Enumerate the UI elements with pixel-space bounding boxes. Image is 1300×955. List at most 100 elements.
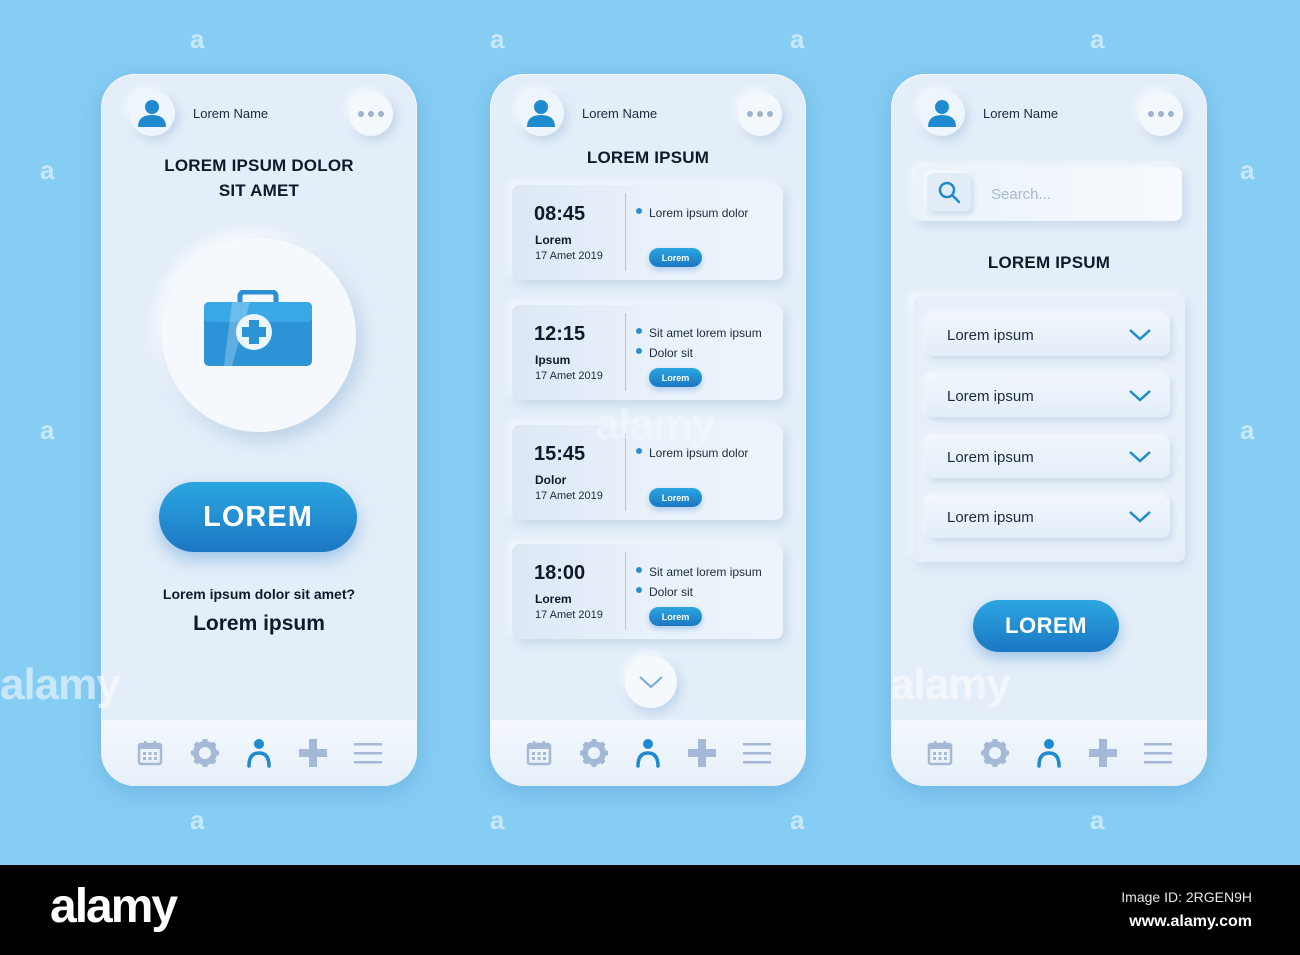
appointment-card[interactable]: 18:00 Lorem 17 Amet 2019 Sit amet lorem … xyxy=(512,544,783,639)
appointment-details: Lorem ipsum dolor xyxy=(636,443,748,463)
dropdown-select[interactable]: Lorem ipsum xyxy=(927,375,1170,417)
divider xyxy=(625,313,626,391)
nav-profile[interactable] xyxy=(633,738,663,768)
search-icon xyxy=(938,181,961,204)
watermark: a xyxy=(190,805,205,835)
plus-icon xyxy=(1089,739,1118,767)
watermark: a xyxy=(40,415,55,445)
question-text: Lorem ipsum dolor sit amet? xyxy=(162,586,356,602)
appointment-button[interactable]: Lorem xyxy=(649,248,702,267)
user-avatar-icon xyxy=(928,100,956,127)
user-icon xyxy=(636,739,660,768)
bullet-icon xyxy=(636,448,642,454)
nav-menu[interactable] xyxy=(353,738,383,768)
appointment-button[interactable]: Lorem xyxy=(649,607,702,626)
scroll-down-button[interactable] xyxy=(625,656,677,708)
nav-calendar[interactable] xyxy=(135,738,165,768)
nav-menu[interactable] xyxy=(742,738,772,768)
nav-menu[interactable] xyxy=(1143,738,1173,768)
nav-add[interactable] xyxy=(298,738,328,768)
gear-icon xyxy=(980,739,1009,767)
design-canvas: Lorem Name LOREM IPSUM DOLOR SIT AMET LO… xyxy=(0,0,1300,865)
nav-settings[interactable] xyxy=(190,738,220,768)
appointment-time: 08:45 xyxy=(534,203,586,225)
watermark: a xyxy=(490,805,505,835)
appointment-card[interactable]: 15:45 Dolor 17 Amet 2019 Lorem ipsum dol… xyxy=(512,425,783,520)
watermark: a xyxy=(40,155,55,185)
dropdown-select[interactable]: Lorem ipsum xyxy=(927,496,1170,538)
appointment-time: 12:15 xyxy=(534,323,586,345)
alamy-logo: alamy xyxy=(50,880,178,933)
appointment-label: Dolor xyxy=(535,473,567,487)
dropdown-value: Lorem ipsum xyxy=(947,326,1034,344)
nav-settings[interactable] xyxy=(579,738,609,768)
more-options-button[interactable] xyxy=(349,92,393,136)
plus-icon xyxy=(688,739,717,767)
page-title-line2: SIT AMET xyxy=(218,181,300,200)
page-title: LOREM IPSUM xyxy=(586,148,710,167)
chevron-down-icon xyxy=(1129,329,1151,341)
primary-button[interactable]: LOREM xyxy=(973,600,1119,652)
user-icon xyxy=(1037,739,1061,768)
divider xyxy=(625,433,626,511)
search-button[interactable] xyxy=(927,173,971,211)
first-aid-kit-icon xyxy=(204,290,312,366)
user-name: Lorem Name xyxy=(983,106,1059,121)
appointment-card[interactable]: 12:15 Ipsum 17 Amet 2019 Sit amet lorem … xyxy=(512,305,783,400)
menu-icon xyxy=(353,743,382,764)
primary-button[interactable]: LOREM xyxy=(159,482,357,552)
appointment-details: Sit amet lorem ipsum Dolor sit xyxy=(636,323,762,363)
footer-bar: alamy Image ID: 2RGEN9H www.alamy.com xyxy=(0,865,1300,955)
appointment-date: 17 Amet 2019 xyxy=(535,490,603,502)
chevron-down-icon xyxy=(1129,451,1151,463)
phone-screen-home: Lorem Name LOREM IPSUM DOLOR SIT AMET LO… xyxy=(101,74,417,786)
nav-add[interactable] xyxy=(687,738,717,768)
divider xyxy=(625,552,626,630)
appointment-button[interactable]: Lorem xyxy=(649,368,702,387)
gear-icon xyxy=(579,739,608,767)
nav-add[interactable] xyxy=(1088,738,1118,768)
page-title: LOREM IPSUM xyxy=(987,253,1111,272)
user-avatar[interactable] xyxy=(129,90,175,136)
appointment-date: 17 Amet 2019 xyxy=(535,370,603,382)
more-options-button[interactable] xyxy=(1139,92,1183,136)
appointment-label: Ipsum xyxy=(535,353,571,367)
dropdown-select[interactable]: Lorem ipsum xyxy=(927,314,1170,356)
watermark: a xyxy=(490,24,505,54)
nav-calendar[interactable] xyxy=(524,738,554,768)
chevron-down-icon xyxy=(1129,390,1151,402)
more-dots-icon xyxy=(358,111,364,117)
detail-item: Lorem ipsum dolor xyxy=(649,446,749,460)
watermark: a xyxy=(1090,24,1105,54)
search-input[interactable] xyxy=(991,181,1171,207)
watermark: a xyxy=(790,24,805,54)
appointment-time: 18:00 xyxy=(534,562,586,584)
dropdown-value: Lorem ipsum xyxy=(947,448,1034,466)
chevron-down-icon xyxy=(1129,511,1151,523)
user-name: Lorem Name xyxy=(193,106,269,121)
appointment-date: 17 Amet 2019 xyxy=(535,609,603,621)
appointment-label: Lorem xyxy=(535,233,572,247)
watermark: a xyxy=(190,24,205,54)
watermark: a xyxy=(790,805,805,835)
more-dots-icon xyxy=(1148,111,1154,117)
image-id: Image ID: 2RGEN9H xyxy=(1121,889,1252,905)
bullet-icon xyxy=(636,208,642,214)
nav-calendar[interactable] xyxy=(925,738,955,768)
user-avatar-icon xyxy=(527,100,555,127)
site-url[interactable]: www.alamy.com xyxy=(1129,913,1252,931)
nav-settings[interactable] xyxy=(980,738,1010,768)
appointment-button[interactable]: Lorem xyxy=(649,488,702,507)
appointment-card[interactable]: 08:45 Lorem 17 Amet 2019 Lorem ipsum dol… xyxy=(512,185,783,280)
detail-item: Dolor sit xyxy=(649,585,694,599)
dropdown-select[interactable]: Lorem ipsum xyxy=(927,436,1170,478)
appointment-label: Lorem xyxy=(535,592,572,606)
link-text[interactable]: Lorem ipsum xyxy=(101,612,417,636)
user-avatar[interactable] xyxy=(518,90,564,136)
watermark: a xyxy=(1240,155,1255,185)
phone-screen-schedule: Lorem Name LOREM IPSUM 08:45 Lorem 17 Am… xyxy=(490,74,806,786)
user-avatar[interactable] xyxy=(919,90,965,136)
more-options-button[interactable] xyxy=(738,92,782,136)
nav-profile[interactable] xyxy=(1034,738,1064,768)
nav-profile[interactable] xyxy=(244,738,274,768)
